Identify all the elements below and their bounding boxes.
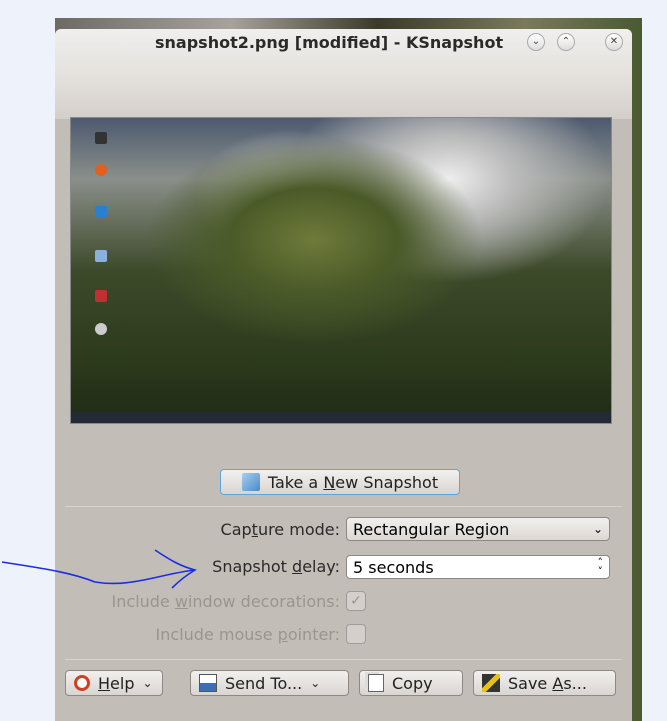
chevron-down-icon: ⌄: [310, 676, 321, 690]
maximize-icon[interactable]: ⌃: [557, 33, 575, 51]
capture-mode-select[interactable]: Rectangular Region ⌄: [346, 517, 610, 541]
chevron-down-icon: ⌄: [592, 522, 603, 536]
save-as-button[interactable]: Save As...: [473, 670, 616, 696]
vmware-icon: [95, 206, 107, 218]
send-icon: [199, 674, 217, 692]
take-snapshot-label: Take a New Snapshot: [267, 472, 439, 492]
capture-mode-value: Rectangular Region: [353, 519, 510, 539]
arrow-head: [154, 549, 198, 589]
minimize-icon[interactable]: ⌄: [527, 33, 545, 51]
copy-button[interactable]: Copy: [359, 670, 463, 696]
include-pointer-label: Include mouse pointer:: [155, 625, 340, 644]
preview-taskbar: [71, 412, 611, 423]
capture-mode-label: Capture mode:: [220, 520, 340, 539]
terminal-icon: [95, 132, 107, 144]
firefox-icon: [95, 164, 107, 176]
snapshot-delay-spinbox[interactable]: 5 seconds ˄ ˅: [346, 555, 610, 579]
send-to-label: Send To...: [225, 673, 303, 693]
copy-icon: [368, 674, 384, 692]
snapshot-delay-value: 5 seconds: [353, 557, 434, 577]
include-decorations-checkbox[interactable]: ✓: [346, 591, 366, 611]
divider: [65, 506, 622, 507]
snapshot-delay-label: Snapshot delay:: [212, 557, 340, 576]
disc-icon: [95, 323, 107, 335]
annotation-arrow: [1, 549, 198, 589]
spin-arrows-icon[interactable]: ˄ ˅: [598, 557, 604, 577]
arrow-line: [1, 561, 196, 585]
save-as-label: Save As...: [508, 673, 587, 693]
help-button[interactable]: Help ⌄: [65, 670, 163, 696]
save-pencil-icon: [482, 674, 500, 692]
chevron-down-icon: ⌄: [142, 676, 153, 690]
send-to-button[interactable]: Send To... ⌄: [190, 670, 349, 696]
include-pointer-checkbox[interactable]: [346, 624, 366, 644]
ksnapshot-window: snapshot2.png [modified] - KSnapshot ⌄ ⌃…: [55, 29, 632, 721]
lifebuoy-icon: [74, 675, 90, 691]
app-icon: [95, 290, 107, 302]
close-icon[interactable]: ✕: [605, 33, 623, 51]
help-label: Help: [98, 673, 135, 693]
divider: [65, 659, 622, 660]
snapshot-icon: [241, 473, 260, 491]
file-icon: [95, 250, 107, 262]
include-decorations-label: Include window decorations:: [111, 592, 340, 611]
snapshot-preview[interactable]: [70, 117, 612, 424]
copy-label: Copy: [392, 673, 433, 693]
window-title: snapshot2.png [modified] - KSnapshot: [155, 33, 504, 52]
title-bar[interactable]: snapshot2.png [modified] - KSnapshot ⌄ ⌃…: [55, 29, 632, 119]
take-new-snapshot-button[interactable]: Take a New Snapshot: [220, 469, 460, 495]
